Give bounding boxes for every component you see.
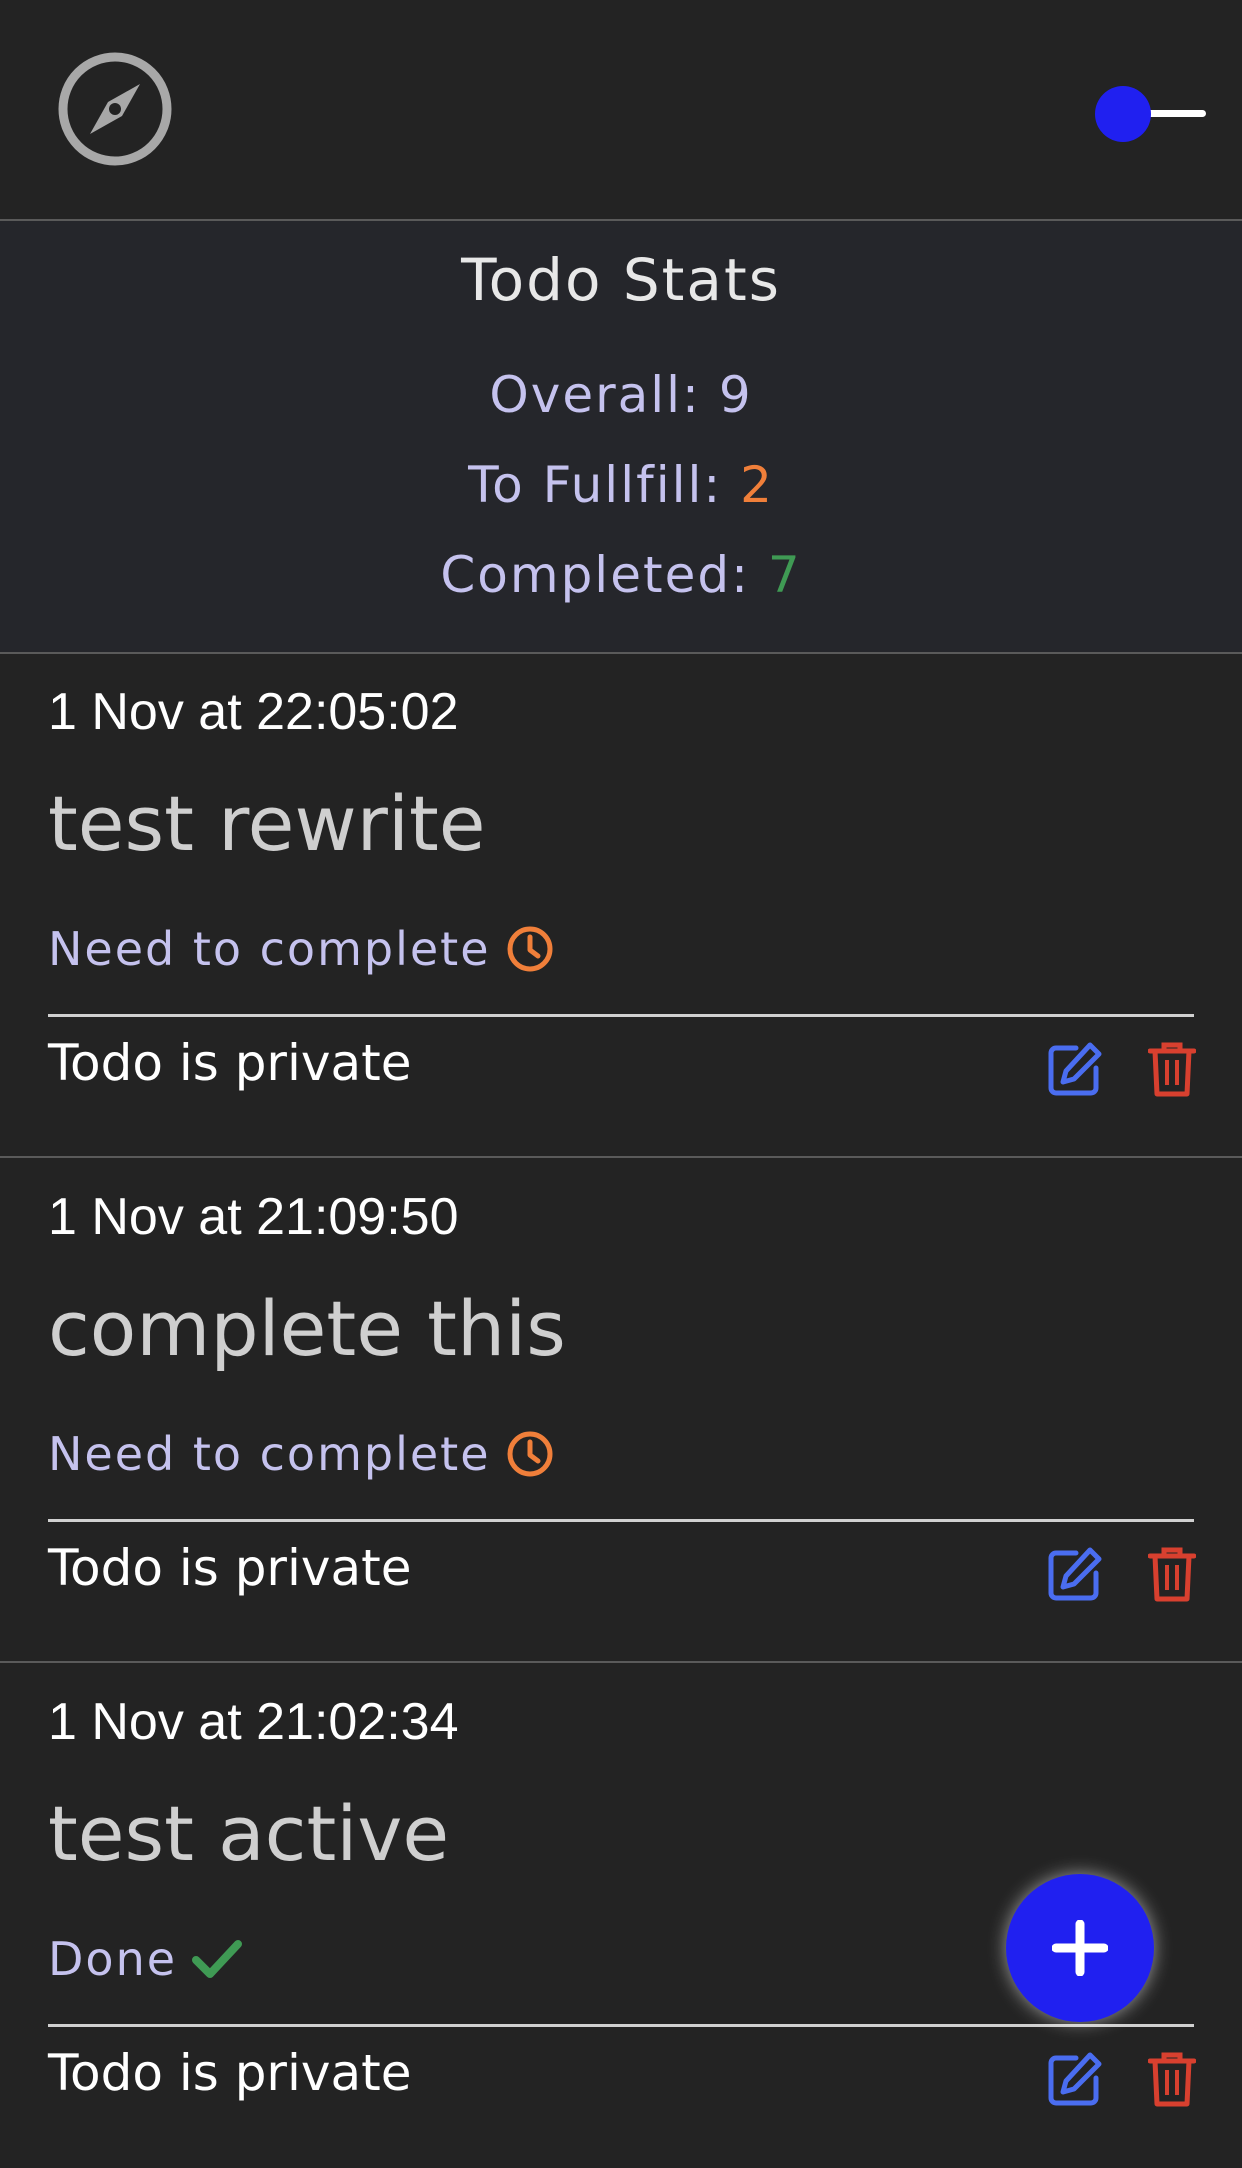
edit-icon[interactable]: [1046, 1040, 1104, 1098]
stats-title: Todo Stats: [461, 246, 781, 314]
todo-divider: [48, 2024, 1194, 2027]
add-todo-button[interactable]: [1006, 1874, 1154, 2022]
toggle-knob: [1095, 86, 1151, 142]
todo-title: test rewrite: [48, 779, 486, 868]
stat-completed: Completed: 7: [0, 546, 1242, 604]
app-header: [0, 0, 1242, 221]
todo-date: 1 Nov at 22:05:02: [48, 683, 459, 741]
stat-overall: Overall: 9: [0, 366, 1242, 424]
clock-icon: [507, 926, 552, 972]
todo-date: 1 Nov at 21:09:50: [48, 1188, 459, 1246]
todo-card: 1 Nov at 21:09:50 complete this Need to …: [0, 1159, 1242, 1663]
todo-date: 1 Nov at 21:02:34: [48, 1693, 459, 1751]
clock-icon: [507, 1431, 552, 1477]
stat-to-fulfill-label: To Fullfill:: [468, 456, 741, 514]
todo-privacy: Todo is private: [48, 1539, 412, 1597]
todo-status: Need to complete: [48, 922, 555, 976]
todo-status: Need to complete: [48, 1427, 555, 1481]
stat-completed-label: Completed:: [440, 546, 768, 604]
trash-icon[interactable]: [1148, 1040, 1196, 1098]
todo-divider: [48, 1519, 1194, 1522]
stat-overall-label: Overall:: [489, 366, 719, 424]
stat-overall-value: 9: [718, 366, 753, 424]
todo-card: 1 Nov at 22:05:02 test rewrite Need to c…: [0, 654, 1242, 1158]
todo-status-label: Need to complete: [48, 922, 491, 976]
stat-completed-value: 7: [767, 546, 802, 604]
todo-privacy: Todo is private: [48, 2044, 412, 2102]
check-icon: [192, 1940, 243, 1978]
todo-title: complete this: [48, 1284, 566, 1373]
todo-title: test active: [48, 1789, 450, 1878]
todo-divider: [48, 1014, 1194, 1017]
todo-stats-panel: Todo Stats Overall: 9 To Fullfill: 2 Com…: [0, 221, 1242, 654]
plus-icon: [1052, 1920, 1108, 1976]
trash-icon[interactable]: [1148, 2050, 1196, 2108]
edit-icon[interactable]: [1046, 1545, 1104, 1603]
trash-icon[interactable]: [1148, 1545, 1196, 1603]
todo-status-label: Done: [48, 1932, 178, 1986]
stat-to-fulfill-value: 2: [740, 456, 774, 514]
todo-status: Done: [48, 1932, 243, 1986]
todo-status-label: Need to complete: [48, 1427, 491, 1481]
todo-privacy: Todo is private: [48, 1034, 412, 1092]
stat-to-fulfill: To Fullfill: 2: [0, 456, 1242, 514]
theme-toggle[interactable]: [1090, 84, 1220, 144]
edit-icon[interactable]: [1046, 2050, 1104, 2108]
compass-icon[interactable]: [56, 50, 174, 168]
